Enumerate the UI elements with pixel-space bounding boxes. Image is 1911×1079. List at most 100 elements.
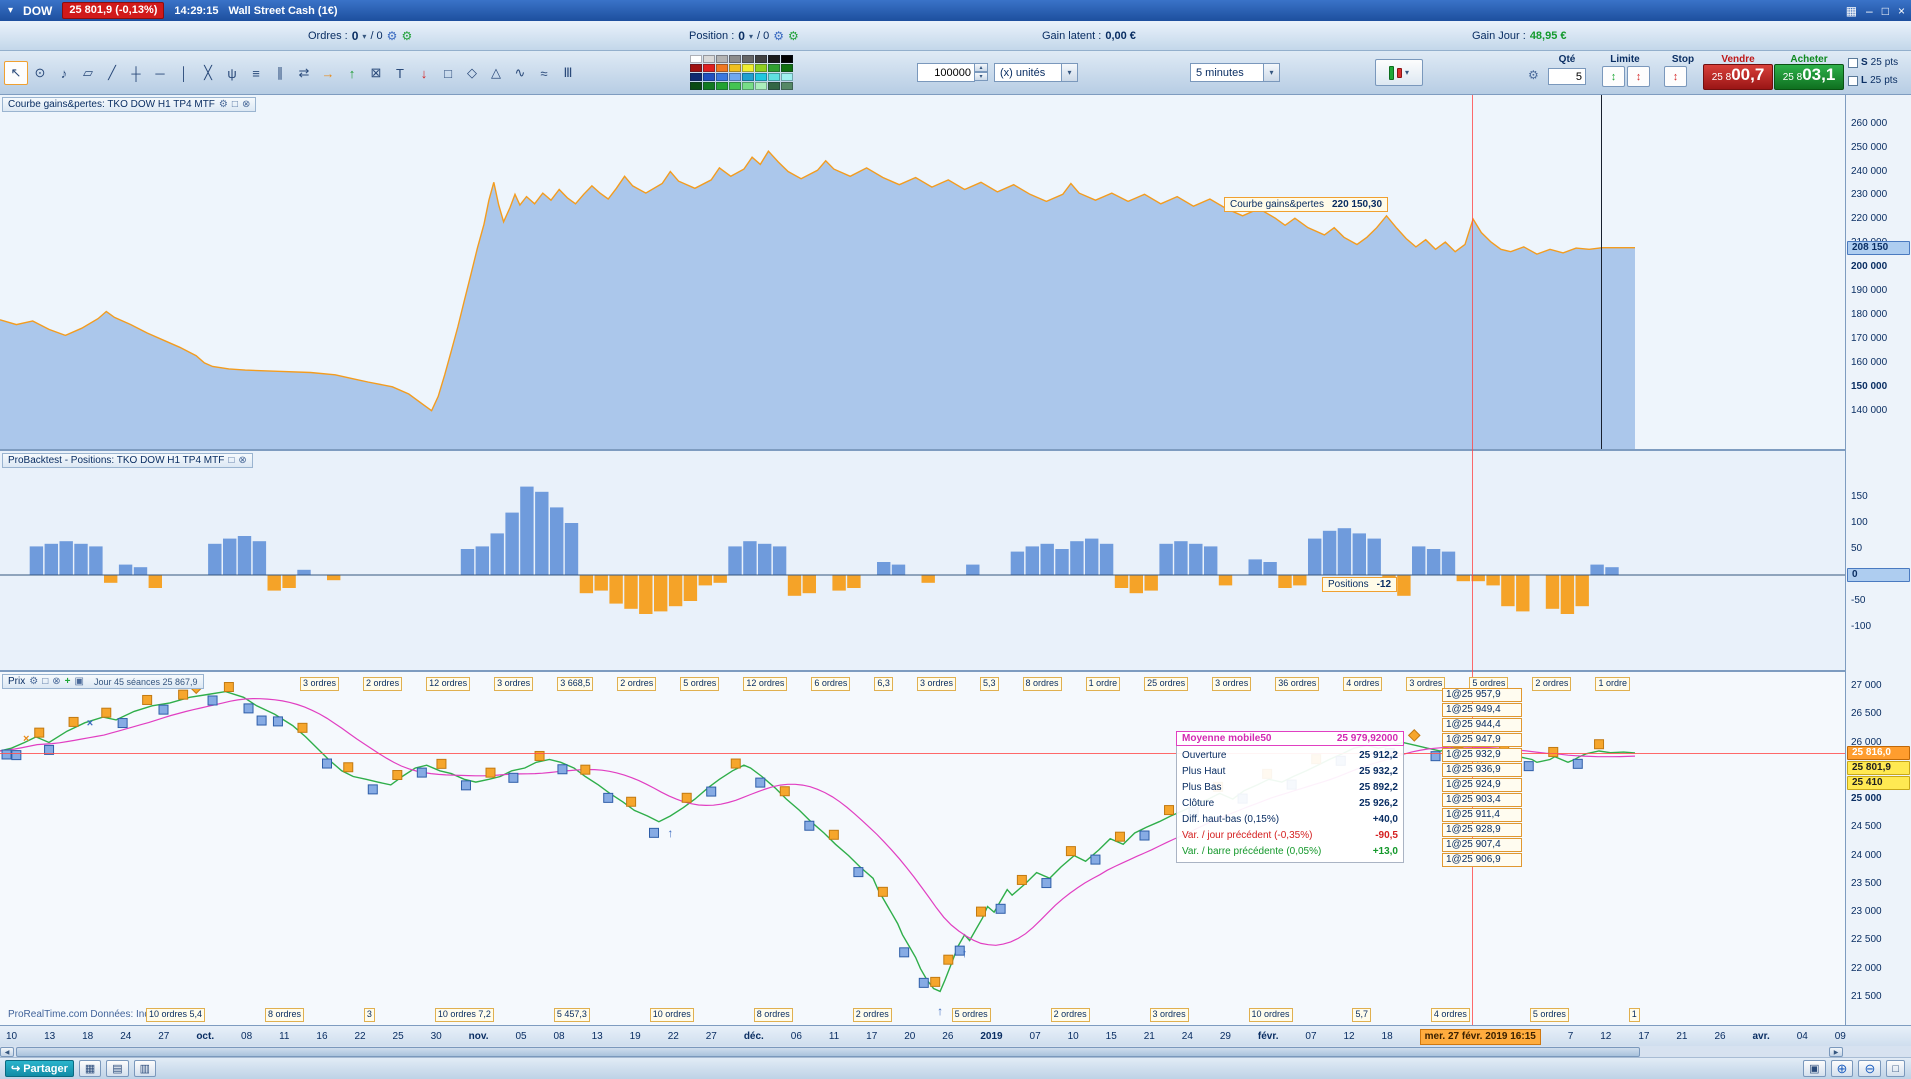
scrollbar-thumb[interactable] (16, 1047, 1640, 1057)
popout-window-icon[interactable]: □ (42, 676, 48, 687)
palette-color-swatch[interactable] (768, 64, 780, 72)
quantity-input[interactable] (917, 63, 975, 82)
sell-order-marker[interactable] (1164, 805, 1175, 816)
palette-color-swatch[interactable] (742, 82, 754, 90)
pending-order-marker[interactable] (1407, 729, 1421, 742)
palette-color-swatch[interactable] (729, 73, 741, 81)
palette-color-swatch[interactable] (716, 73, 728, 81)
orders-chevron-down-icon[interactable]: ▾ (362, 32, 366, 41)
trade-arrow-marker[interactable]: ↑ (962, 946, 968, 960)
zoom-out-button[interactable]: ⊖ (1858, 1060, 1882, 1077)
polygon-tool-icon[interactable]: ◇ (460, 61, 484, 85)
bars-tool-icon[interactable]: Ⅲ (556, 61, 580, 85)
vertical-line-tool-icon[interactable]: │ (172, 61, 196, 85)
sell-button[interactable]: 25 8 00,7 (1703, 64, 1773, 90)
buy-order-marker[interactable] (322, 758, 332, 769)
cross-tool-icon[interactable]: ┼ (124, 61, 148, 85)
pitchfork-tool-icon[interactable]: ψ (220, 61, 244, 85)
sell-order-marker[interactable] (681, 792, 692, 803)
position-chevron-down-icon[interactable]: ▾ (749, 32, 753, 41)
workspace-icon[interactable]: ▦ (1846, 4, 1857, 18)
triangle-tool-icon[interactable]: △ (484, 61, 508, 85)
sell-order-marker[interactable] (1065, 846, 1076, 857)
buy-order-marker[interactable] (995, 903, 1006, 914)
sell-order-marker[interactable] (943, 954, 954, 965)
palette-color-swatch[interactable] (690, 73, 702, 81)
close-panel-icon[interactable]: ⊗ (52, 676, 60, 687)
price-axis[interactable]: 260 000250 000240 000230 000220 000210 0… (1845, 95, 1911, 1025)
palette-color-swatch[interactable] (781, 55, 793, 63)
order-settings-wrench-icon[interactable]: ⚙ (1528, 68, 1539, 82)
trendline-tool-icon[interactable]: ╱ (100, 61, 124, 85)
zoom-in-button[interactable]: ⊕ (1830, 1060, 1854, 1077)
scroll-left-icon[interactable]: ◀ (0, 1047, 14, 1057)
sell-order-marker[interactable] (343, 762, 354, 773)
palette-color-swatch[interactable] (729, 55, 741, 63)
palette-color-swatch[interactable] (742, 73, 754, 81)
delete-tool-icon[interactable]: ⊠ (364, 61, 388, 85)
position-settings-icon[interactable]: ⚙ (788, 29, 799, 43)
sell-order-marker[interactable] (1548, 746, 1559, 757)
close-button[interactable]: × (1898, 4, 1905, 18)
order-qty-input[interactable] (1548, 68, 1586, 85)
cancelled-order-marker[interactable]: × (87, 717, 93, 729)
sell-order-marker[interactable] (297, 722, 308, 733)
palette-color-swatch[interactable] (755, 73, 767, 81)
stop-order-button[interactable]: ↕ (1664, 66, 1687, 87)
sell-limit-order-button[interactable]: ↕ (1627, 66, 1650, 87)
buy-order-marker[interactable] (557, 764, 568, 775)
palette-color-swatch[interactable] (703, 73, 715, 81)
rectangle-tool-icon[interactable]: □ (436, 61, 460, 85)
buy-order-marker[interactable] (508, 772, 519, 783)
buy-order-marker[interactable] (158, 704, 169, 715)
date-axis[interactable]: 10 13 18 24 27 oct. 08 11 16 22 25 30 nov. 05 08 13 19 22… (0, 1025, 1911, 1046)
palette-color-swatch[interactable] (768, 82, 780, 90)
positions-histogram-panel[interactable] (0, 451, 1845, 670)
timeframe-select[interactable]: 5 minutes ▾ (1190, 63, 1280, 82)
panel-divider[interactable] (0, 449, 1845, 451)
popout-window-icon[interactable]: □ (228, 455, 234, 466)
buy-order-marker[interactable] (1572, 758, 1583, 769)
palette-color-swatch[interactable] (755, 82, 767, 90)
sell-order-marker[interactable] (34, 727, 45, 738)
buy-order-marker[interactable] (11, 750, 22, 761)
equity-curve-panel[interactable] (0, 95, 1845, 449)
sell-arrow-tool-icon[interactable]: ↓ (412, 61, 436, 85)
channel-tool-icon[interactable]: ∥ (268, 61, 292, 85)
palette-color-swatch[interactable] (716, 64, 728, 72)
scroll-right-icon[interactable]: ▶ (1829, 1047, 1843, 1057)
buy-order-marker[interactable] (755, 777, 766, 788)
buy-order-marker[interactable] (603, 792, 614, 803)
palette-color-swatch[interactable] (703, 55, 715, 63)
palette-color-swatch[interactable] (755, 55, 767, 63)
instrument-dropdown-icon[interactable]: ▾ (8, 5, 13, 16)
unit-select[interactable]: (x) unités ▾ (994, 63, 1078, 82)
palette-color-swatch[interactable] (690, 55, 702, 63)
alert-tool-icon[interactable]: ♪ (52, 61, 76, 85)
text-tool-icon[interactable]: T (388, 61, 412, 85)
palette-color-swatch[interactable] (716, 82, 728, 90)
horizontal-scrollbar[interactable]: ◀ ▶ (0, 1046, 1911, 1058)
palette-color-swatch[interactable] (716, 55, 728, 63)
palette-color-swatch[interactable] (690, 82, 702, 90)
palette-color-swatch[interactable] (781, 82, 793, 90)
orders-settings-icon[interactable]: ⚙ (401, 29, 412, 43)
position-list-icon[interactable]: ⚙ (773, 29, 784, 43)
sell-order-marker[interactable] (223, 682, 234, 693)
sell-order-marker[interactable] (626, 796, 637, 807)
buy-order-marker[interactable] (243, 703, 254, 714)
sell-order-marker[interactable] (1016, 874, 1027, 885)
maximize-button[interactable]: □ (1882, 4, 1889, 18)
palette-color-swatch[interactable] (742, 64, 754, 72)
close-panel-icon[interactable]: ⊗ (242, 99, 250, 110)
sell-order-marker[interactable] (436, 758, 447, 769)
buy-order-marker[interactable] (804, 820, 815, 831)
palette-color-swatch[interactable] (781, 64, 793, 72)
buy-order-marker[interactable] (256, 715, 267, 726)
sell-order-marker[interactable] (930, 976, 941, 987)
buy-order-marker[interactable] (460, 780, 471, 791)
trade-arrow-marker[interactable]: ↑ (667, 826, 673, 840)
sell-order-marker[interactable] (178, 689, 189, 700)
buy-order-marker[interactable] (918, 977, 929, 988)
extended-line-tool-icon[interactable]: ╳ (196, 61, 220, 85)
